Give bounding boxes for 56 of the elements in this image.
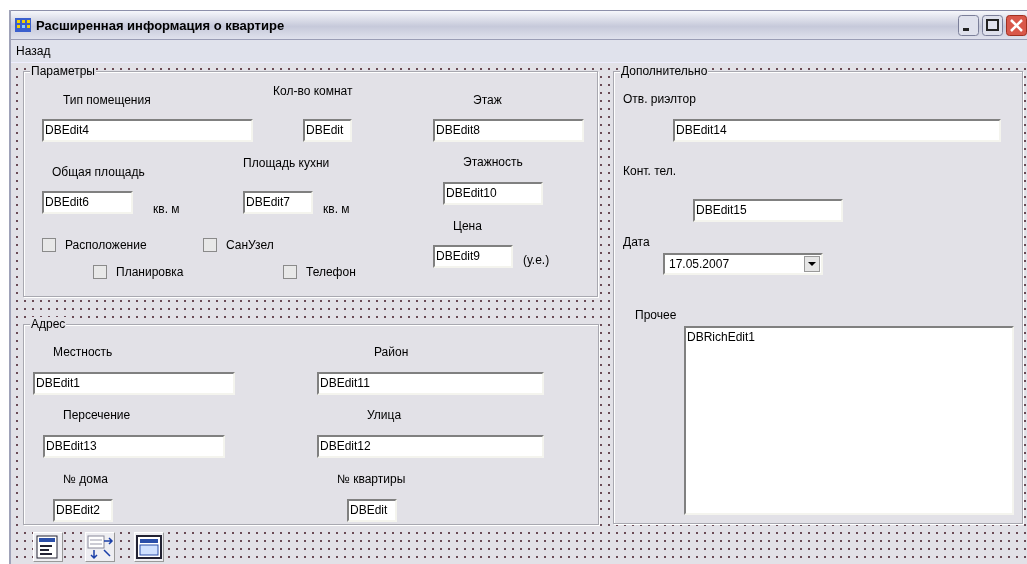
- checkbox-label[interactable]: Планировка: [116, 265, 184, 279]
- checkbox-label[interactable]: Расположение: [65, 238, 147, 252]
- input-field[interactable]: DBEdit13: [43, 435, 225, 458]
- group-title: Адрес: [30, 317, 67, 331]
- checkbox[interactable]: [93, 265, 107, 279]
- field-label: Тип помещения: [63, 93, 151, 107]
- input-field[interactable]: DBEdit: [347, 499, 397, 522]
- input-field[interactable]: DBEdit2: [53, 499, 113, 522]
- field-label: (у.е.): [523, 253, 550, 267]
- field-label: Улица: [367, 408, 402, 422]
- text-area[interactable]: DBRichEdit1: [684, 326, 1014, 515]
- field-label: Дата: [623, 235, 650, 249]
- field-label: Персечение: [63, 408, 131, 422]
- window-title: Расширенная информация о квартире: [36, 17, 286, 33]
- field-label: кв. м: [153, 202, 180, 216]
- field-label: Конт. тел.: [623, 164, 677, 178]
- field-label: Местность: [53, 345, 113, 359]
- input-field[interactable]: DBEdit12: [317, 435, 544, 458]
- checkbox[interactable]: [42, 238, 56, 252]
- data-flow-component-icon[interactable]: [86, 533, 114, 561]
- checkbox-label[interactable]: Телефон: [306, 265, 356, 279]
- field-label: Цена: [453, 219, 482, 233]
- date-dropdown[interactable]: 17.05.2007: [663, 253, 823, 275]
- field-label: Этаж: [473, 93, 502, 107]
- input-field[interactable]: DBEdit6: [42, 191, 133, 214]
- checkbox[interactable]: [203, 238, 217, 252]
- minimize-icon[interactable]: [958, 14, 979, 36]
- input-field[interactable]: DBEdit9: [433, 245, 513, 268]
- maximize-icon[interactable]: [982, 14, 1003, 36]
- checkbox-label[interactable]: СанУзел: [226, 238, 274, 252]
- field-label: Кол-во комнат: [273, 84, 353, 98]
- input-field[interactable]: DBEdit11: [317, 372, 544, 395]
- input-field[interactable]: DBEdit: [303, 119, 352, 142]
- input-field[interactable]: DBEdit4: [42, 119, 253, 142]
- app-icon: [14, 16, 32, 34]
- menu-item[interactable]: Назад: [14, 44, 53, 58]
- input-field[interactable]: DBEdit15: [693, 199, 843, 222]
- field-label: № дома: [63, 472, 108, 486]
- input-field[interactable]: DBEdit7: [243, 191, 313, 214]
- query-component-icon[interactable]: [135, 533, 163, 561]
- field-label: Этажность: [463, 155, 523, 169]
- field-label: Общая площадь: [52, 165, 145, 179]
- group-title: Дополнительно: [620, 64, 709, 78]
- field-label: кв. м: [323, 202, 350, 216]
- field-label: Отв. риэлтор: [623, 92, 696, 106]
- field-label: № квартиры: [337, 472, 406, 486]
- input-field[interactable]: DBEdit8: [433, 119, 584, 142]
- input-field[interactable]: DBEdit1: [33, 372, 235, 395]
- field-label: Площадь кухни: [243, 156, 330, 170]
- field-label: Прочее: [635, 308, 677, 322]
- input-field[interactable]: DBEdit10: [443, 182, 543, 205]
- field-label: Район: [374, 345, 409, 359]
- group-title: Параметры: [30, 64, 96, 78]
- checkbox[interactable]: [283, 265, 297, 279]
- close-icon[interactable]: [1006, 14, 1027, 36]
- input-field[interactable]: DBEdit14: [673, 119, 1001, 142]
